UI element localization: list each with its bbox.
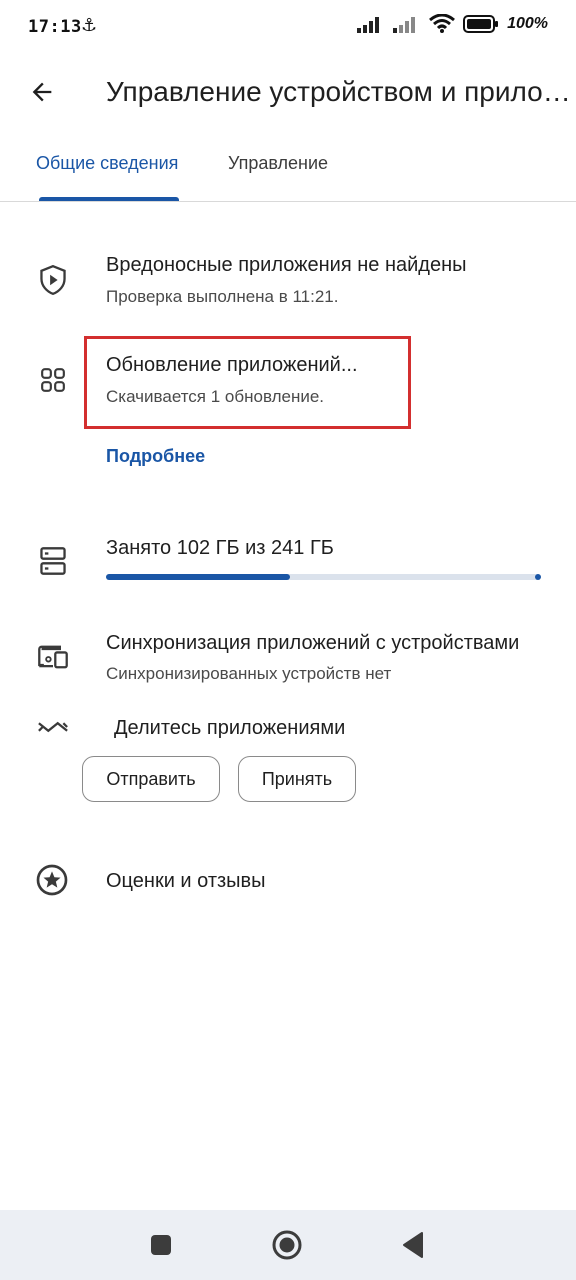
arrow-back-icon (32, 82, 52, 102)
details-link[interactable]: Подробнее (106, 446, 205, 467)
sync-subtitle: Синхронизированных устройств нет (106, 664, 392, 683)
recent-apps-button[interactable] (144, 1228, 178, 1262)
share-apps-icon (37, 711, 69, 743)
share-title: Делитесь приложениями (114, 717, 346, 739)
storage-icon (37, 545, 69, 577)
battery-icon (463, 15, 499, 33)
triangle-back-icon (403, 1232, 423, 1258)
apps-grid-icon (37, 364, 69, 396)
updates-subtitle: Скачивается 1 обновление. (106, 387, 325, 406)
security-subtitle: Проверка выполнена в 11:21. (106, 287, 339, 306)
tab-overview[interactable]: Общие сведения (36, 153, 178, 174)
security-title: Вредоносные приложения не найдены (106, 254, 467, 276)
updates-highlight-box (84, 336, 411, 429)
anchor-icon: ⚓︎ (81, 15, 98, 35)
back-nav-button[interactable] (396, 1228, 430, 1262)
receive-button[interactable]: Принять (238, 756, 356, 802)
send-button[interactable]: Отправить (82, 756, 220, 802)
devices-icon (37, 641, 69, 673)
square-icon (151, 1235, 171, 1255)
home-circle-icon (272, 1230, 302, 1260)
home-button[interactable] (270, 1228, 304, 1262)
wifi-icon (429, 14, 456, 33)
play-protect-shield-icon (37, 264, 69, 296)
tab-manage[interactable]: Управление (228, 153, 328, 174)
battery-percent: 100% (507, 15, 548, 32)
storage-bar-fill (106, 574, 290, 580)
back-button[interactable] (22, 72, 62, 112)
signal-2-icon (393, 17, 416, 33)
updates-title: Обновление приложений... (106, 354, 358, 376)
storage-title: Занято 102 ГБ из 241 ГБ (106, 537, 334, 559)
storage-bar-end-dot (535, 574, 541, 580)
signal-icon (357, 17, 380, 33)
star-circle-icon (36, 864, 68, 896)
status-time: 17:13 (28, 17, 82, 37)
ratings-title: Оценки и отзывы (106, 870, 266, 892)
sync-title: Синхронизация приложений с устройствами (106, 632, 520, 654)
page-title: Управление устройством и прило… (106, 76, 571, 107)
status-indicators: 100% (357, 14, 548, 34)
tabs-divider (0, 201, 576, 202)
